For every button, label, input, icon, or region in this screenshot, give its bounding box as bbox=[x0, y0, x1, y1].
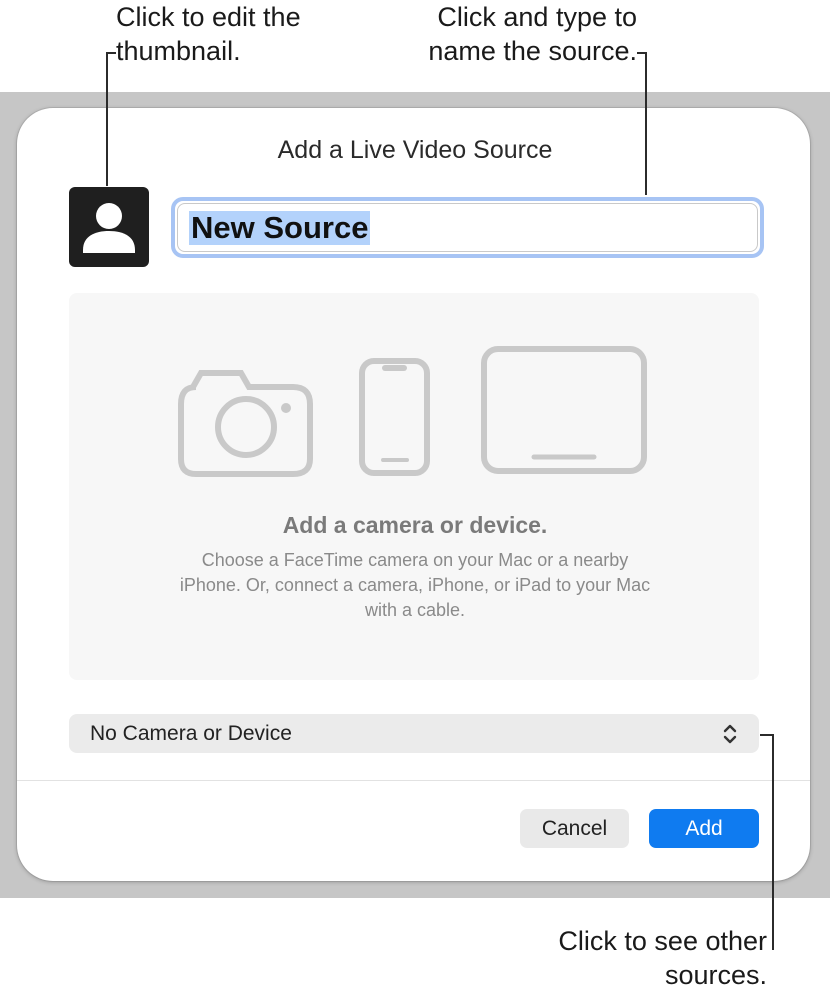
callout-line-name bbox=[645, 52, 647, 195]
callout-line-sources bbox=[772, 734, 774, 950]
thumbnail-button[interactable] bbox=[69, 187, 149, 267]
source-popup-menu[interactable]: No Camera or Device bbox=[69, 714, 759, 753]
add-button[interactable]: Add bbox=[649, 809, 759, 848]
device-area-heading: Add a camera or device. bbox=[282, 512, 548, 538]
source-popup-value: No Camera or Device bbox=[90, 722, 292, 745]
ipad-icon bbox=[481, 346, 647, 474]
chevron-up-down-icon bbox=[723, 724, 737, 744]
callout-name-source: Click and type to name the source. bbox=[428, 2, 637, 66]
callout-tick-thumbnail bbox=[106, 52, 116, 54]
footer-divider bbox=[17, 780, 810, 781]
callout-tick-sources bbox=[760, 734, 774, 736]
callout-other-sources: Click to see other sources. bbox=[558, 926, 767, 990]
cancel-button[interactable]: Cancel bbox=[520, 809, 629, 848]
callout-edit-thumbnail: Click to edit the thumbnail. bbox=[116, 2, 301, 66]
person-icon bbox=[83, 203, 135, 253]
iphone-icon bbox=[359, 358, 430, 476]
device-area-description: Choose a FaceTime camera on your Mac or … bbox=[179, 550, 651, 620]
callout-line-thumbnail bbox=[106, 52, 108, 186]
dialog-title: Add a Live Video Source bbox=[277, 136, 553, 164]
camera-icon bbox=[178, 370, 313, 477]
source-name-value: New Source bbox=[189, 210, 371, 245]
source-name-input[interactable]: New Source bbox=[171, 197, 764, 258]
callout-tick-name bbox=[637, 52, 647, 54]
